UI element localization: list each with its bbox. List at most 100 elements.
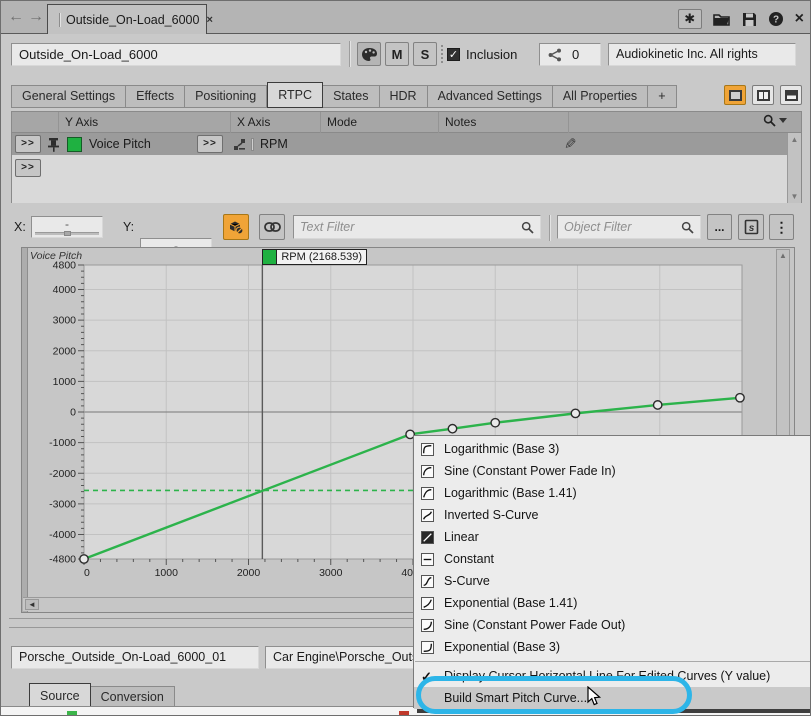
save-icon[interactable] — [742, 12, 757, 27]
tab-rtpc[interactable]: RTPC — [267, 82, 323, 108]
share-icon — [548, 48, 562, 62]
scroll-up-icon[interactable]: ▲ — [788, 135, 801, 144]
linear-curve-icon — [421, 531, 434, 544]
tab-close-icon[interactable]: × — [206, 14, 212, 26]
nav-forward-arrow-icon[interactable]: → — [27, 8, 45, 26]
inclusion-control[interactable]: ✓ Inclusion — [447, 47, 517, 62]
rights-field[interactable]: Audiokinetic Inc. All rights — [608, 43, 796, 66]
add-curve-button[interactable]: >> — [15, 159, 41, 177]
menu-item-linear[interactable]: Linear — [414, 526, 811, 548]
curve-shape-context-menu: Logarithmic (Base 3) Sine (Constant Power… — [413, 435, 811, 708]
x-tick-label: 0 — [84, 567, 90, 579]
curve-point[interactable] — [736, 394, 744, 402]
layout-split-horizontal-button[interactable] — [780, 85, 802, 105]
menu-item-exponential-base-3[interactable]: Exponential (Base 3) — [414, 636, 811, 658]
tab-general-settings[interactable]: General Settings — [11, 85, 126, 108]
pin-icon[interactable] — [47, 137, 60, 152]
tab-states[interactable]: States — [323, 85, 379, 108]
slider-thumb[interactable] — [64, 231, 71, 236]
scroll-down-icon[interactable]: ▼ — [788, 192, 801, 201]
expand-x-axis-button[interactable]: >> — [197, 135, 223, 153]
menu-item-s-curve[interactable]: S-Curve — [414, 570, 811, 592]
column-blank — [568, 112, 778, 133]
menu-item-inverted-s-curve[interactable]: Inverted S-Curve — [414, 504, 811, 526]
link-icon — [264, 222, 281, 232]
x-coord-field[interactable]: - — [31, 216, 103, 238]
column-x-axis[interactable]: X Axis — [230, 112, 320, 133]
color-palette-button[interactable] — [357, 42, 381, 66]
filter-dropdown-icon[interactable] — [779, 117, 787, 125]
grip-handle — [441, 45, 445, 63]
menu-item-exponential-base-1-41[interactable]: Exponential (Base 1.41) — [414, 592, 811, 614]
text-filter-placeholder: Text Filter — [300, 220, 515, 234]
curve-point[interactable] — [491, 419, 499, 427]
y-tick-label: 3000 — [53, 315, 77, 327]
source-name-field[interactable]: Porsche_Outside_On-Load_6000_01 — [11, 646, 259, 669]
favorite-button[interactable]: ✱ — [678, 9, 702, 29]
tab-positioning[interactable]: Positioning — [185, 85, 267, 108]
tab--[interactable]: + — [648, 85, 676, 108]
menu-item-label: S-Curve — [444, 574, 490, 588]
search-icon[interactable] — [763, 114, 776, 127]
y-axis-value: Voice Pitch — [89, 137, 189, 151]
help-icon[interactable]: ? — [768, 11, 784, 27]
link-button[interactable] — [259, 214, 285, 240]
y-tick-label: 4000 — [53, 284, 77, 296]
layout-single-pane-button[interactable] — [724, 85, 746, 105]
curve-color-swatch — [67, 137, 82, 152]
tab-effects[interactable]: Effects — [126, 85, 185, 108]
tab-all-properties[interactable]: All Properties — [553, 85, 648, 108]
open-folder-icon[interactable] — [713, 12, 731, 26]
inclusion-checkbox[interactable]: ✓ — [447, 48, 460, 61]
table-scrollbar[interactable]: ▲ ▼ — [787, 133, 801, 203]
overflow-menu-button[interactable]: ⋮ — [769, 214, 794, 240]
tab-hdr[interactable]: HDR — [380, 85, 428, 108]
object-filter-input[interactable]: Object Filter — [557, 215, 701, 239]
menu-item-label: Sine (Constant Power Fade In) — [444, 464, 616, 478]
menu-item-sine-constant-power-fade-in[interactable]: Sine (Constant Power Fade In) — [414, 460, 811, 482]
constant-curve-icon — [421, 553, 434, 566]
y-tick-label: 2000 — [53, 345, 77, 357]
document-tab[interactable]: Outside_On-Load_6000 × — [47, 4, 207, 34]
more-options-button[interactable]: ... — [707, 214, 732, 240]
menu-item-label: Linear — [444, 530, 479, 544]
curve-point[interactable] — [80, 555, 88, 563]
column-notes[interactable]: Notes — [438, 112, 568, 133]
x-tick-label: 1000 — [155, 567, 179, 579]
references-counter[interactable]: 0 — [539, 43, 601, 66]
text-filter-input[interactable]: Text Filter — [293, 215, 541, 239]
tab-advanced-settings[interactable]: Advanced Settings — [428, 85, 553, 108]
expand-y-axis-button[interactable]: >> — [15, 135, 41, 153]
column-mode[interactable]: Mode — [320, 112, 438, 133]
object-name-field[interactable]: Outside_On-Load_6000 — [11, 43, 341, 66]
mute-button[interactable]: M — [385, 42, 409, 66]
editor-tabs: General SettingsEffectsPositioningRTPCSt… — [11, 82, 677, 108]
exclusive-edit-toggle[interactable] — [223, 214, 249, 240]
rtpc-row-voice-pitch[interactable]: >> Voice Pitch >> RPM ✎ — [12, 133, 801, 155]
curve-point[interactable] — [653, 401, 661, 409]
curve-point[interactable] — [571, 409, 579, 417]
rtpc-list-header: Y Axis X Axis Mode Notes — [12, 112, 801, 133]
scroll-left-icon[interactable]: ◄ — [25, 599, 39, 610]
menu-item-label: Sine (Constant Power Fade Out) — [444, 618, 625, 632]
sine-fade-in-curve-icon — [421, 465, 434, 478]
layout-buttons — [724, 85, 802, 105]
menu-item-logarithmic-base-3[interactable]: Logarithmic (Base 3) — [414, 438, 811, 460]
sine-fade-in-curve-icon — [421, 465, 434, 478]
menu-item-logarithmic-base-1-41[interactable]: Logarithmic (Base 1.41) — [414, 482, 811, 504]
menu-item-constant[interactable]: Constant — [414, 548, 811, 570]
scroll-up-icon[interactable]: ▲ — [779, 251, 787, 260]
edit-notes-icon[interactable]: ✎ — [564, 135, 577, 153]
log141-curve-icon — [421, 487, 434, 500]
close-view-icon[interactable]: × — [795, 9, 804, 29]
menu-item-sine-constant-power-fade-out[interactable]: Sine (Constant Power Fade Out) — [414, 614, 811, 636]
y-tick-label: -3000 — [49, 498, 76, 510]
column-y-axis[interactable]: Y Axis — [58, 112, 198, 133]
layout-split-vertical-button[interactable] — [752, 85, 774, 105]
curve-point[interactable] — [448, 424, 456, 432]
ref-count-value: 0 — [572, 47, 579, 62]
inverted-s-curve-icon — [421, 509, 434, 522]
solo-button[interactable]: S — [413, 42, 437, 66]
workgroup-button[interactable]: s — [738, 214, 764, 240]
nav-back-arrow-icon[interactable]: ← — [7, 8, 25, 26]
